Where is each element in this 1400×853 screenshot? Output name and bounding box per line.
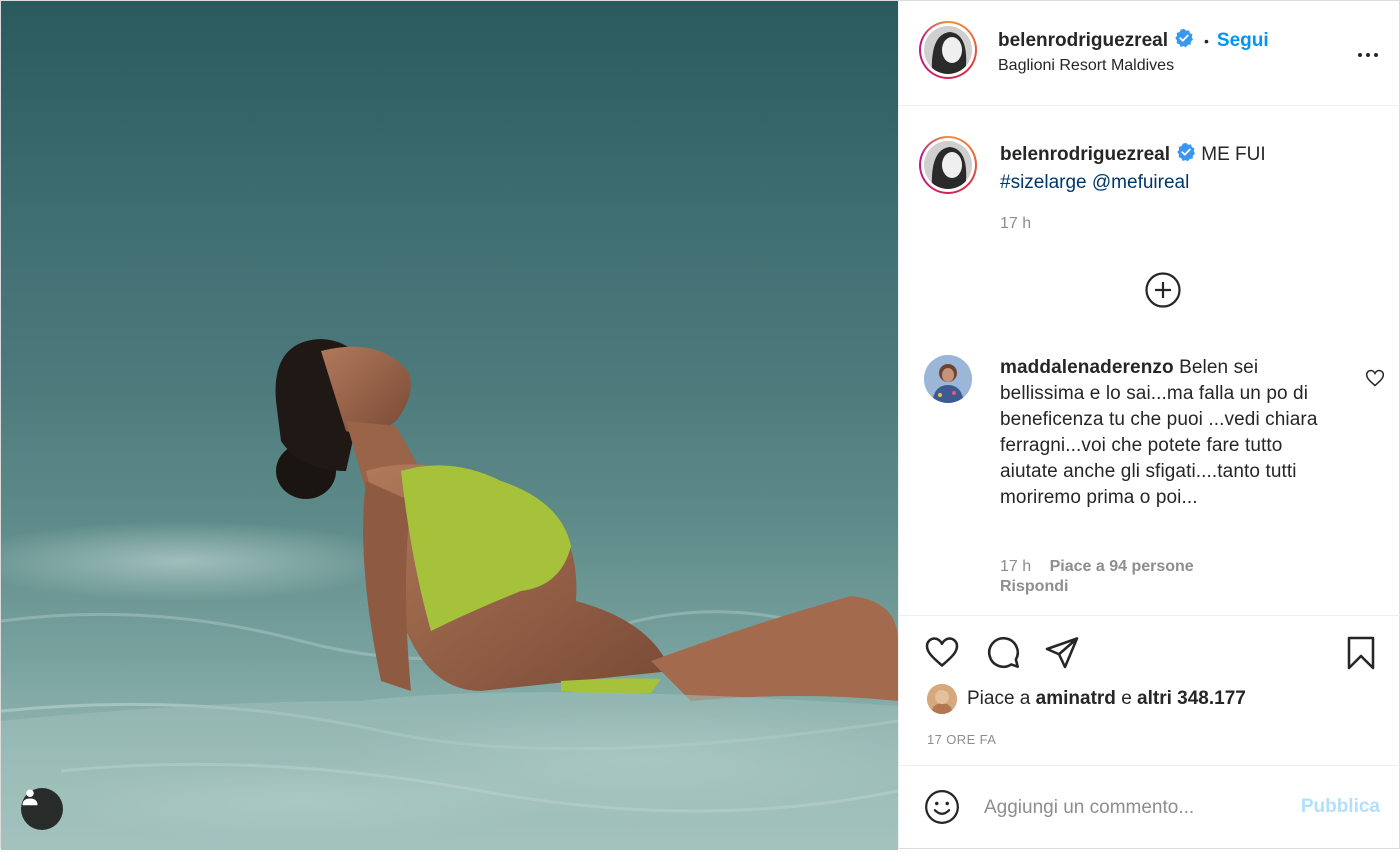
caption-author-avatar[interactable] <box>919 136 977 194</box>
liker-avatar[interactable] <box>927 684 957 714</box>
post-side-panel: belenrodriguezreal • Segui Baglioni Reso… <box>898 1 1400 850</box>
caption-mention[interactable]: @mefuireal <box>1092 172 1189 193</box>
comment-body: Belen sei bellissima e lo sai...ma falla… <box>1000 357 1318 508</box>
user-tag-icon <box>22 789 38 806</box>
liker-username[interactable]: aminatrd <box>1036 688 1116 710</box>
verified-badge-icon <box>1176 142 1196 170</box>
share-button[interactable] <box>1043 634 1081 675</box>
heart-icon <box>925 637 959 667</box>
avatar-photo <box>924 26 972 74</box>
caption-hashtag[interactable]: #sizelarge <box>1000 172 1087 193</box>
emoji-icon[interactable] <box>923 788 961 831</box>
commenter-username[interactable]: maddalenaderenzo <box>1000 357 1174 378</box>
publish-button[interactable]: Pubblica <box>1301 796 1380 818</box>
like-button[interactable] <box>923 634 961 675</box>
plus-circle-icon[interactable] <box>1145 272 1181 313</box>
bookmark-icon <box>1347 636 1375 670</box>
caption-username[interactable]: belenrodriguezreal <box>1000 144 1170 165</box>
caption-text: belenrodriguezreal ME FUI #sizelarge @me… <box>1000 142 1360 196</box>
share-icon <box>1045 637 1079 669</box>
separator-dot: • <box>1204 32 1209 49</box>
caption-body: ME FUI <box>1201 144 1266 165</box>
post-header: belenrodriguezreal • Segui Baglioni Reso… <box>899 1 1400 106</box>
more-options-icon[interactable] <box>1356 43 1380 72</box>
heart-icon[interactable] <box>1365 368 1385 393</box>
likes-middle: e <box>1121 688 1132 709</box>
commenter-avatar[interactable] <box>924 355 972 403</box>
likes-prefix: Piace a <box>967 688 1031 709</box>
photo-illustration <box>1 339 898 850</box>
comment-meta: 17 h Piace a 94 persone Rispondi <box>1000 557 1194 597</box>
add-comment-bar: Pubblica <box>899 765 1400 850</box>
user-tag-button[interactable] <box>21 788 63 830</box>
post-timestamp[interactable]: 17 ORE FA <box>927 732 996 747</box>
post-photo[interactable] <box>1 1 898 850</box>
comment-likes[interactable]: Piace a 94 persone <box>1050 558 1194 575</box>
verified-badge-icon <box>1174 28 1194 53</box>
post-container: belenrodriguezreal • Segui Baglioni Reso… <box>0 0 1400 850</box>
comment-icon <box>987 637 1019 668</box>
caption-timestamp[interactable]: 17 h <box>1000 215 1031 233</box>
likes-count[interactable]: altri 348.177 <box>1137 688 1246 710</box>
follow-button[interactable]: Segui <box>1217 30 1269 52</box>
post-actions: Piace a aminatrd e altri 348.177 17 ORE … <box>899 615 1400 765</box>
post-location[interactable]: Baglioni Resort Maldives <box>998 57 1174 75</box>
likes-summary: Piace a aminatrd e altri 348.177 <box>927 684 1246 714</box>
avatar-photo <box>924 355 972 403</box>
author-avatar[interactable] <box>919 21 977 79</box>
avatar-photo <box>924 141 972 189</box>
save-button[interactable] <box>1343 634 1379 677</box>
comment-input[interactable] <box>984 792 1264 824</box>
comment-text: maddalenaderenzo Belen sei bellissima e … <box>1000 355 1345 511</box>
avatar-photo <box>927 684 957 714</box>
comment-button[interactable] <box>984 634 1022 675</box>
comment-timestamp[interactable]: 17 h <box>1000 558 1031 575</box>
reply-button[interactable]: Rispondi <box>1000 577 1194 597</box>
author-username[interactable]: belenrodriguezreal <box>998 30 1168 52</box>
